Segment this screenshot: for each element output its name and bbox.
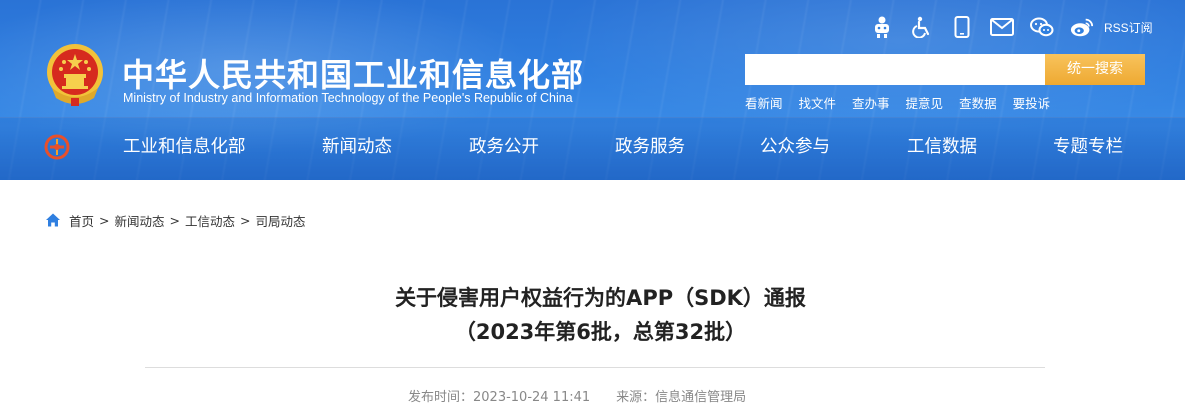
weibo-icon[interactable] [1070, 15, 1094, 39]
rss-subscribe-link[interactable]: RSS订阅 [1104, 19, 1153, 36]
article-title: 关于侵害用户权益行为的APP（SDK）通报 [395, 286, 806, 310]
nav-item-data[interactable]: 工信数据 [907, 133, 977, 158]
site-header: 中华人民共和国工业和信息化部 Ministry of Industry and … [0, 0, 1185, 180]
nav-item-public-participation[interactable]: 公众参与 [760, 133, 830, 158]
search-input[interactable] [745, 54, 1045, 85]
breadcrumb: 首页 > 新闻动态 > 工信动态 > 司局动态 [45, 211, 306, 229]
article-meta: 发布时间：2023-10-24 11:41 来源：信息通信管理局 [408, 386, 746, 405]
unified-search-button[interactable]: 统一搜索 [1045, 54, 1145, 85]
national-emblem-icon [47, 44, 103, 106]
nav-item-government-affairs[interactable]: 政务公开 [469, 133, 539, 158]
article-subtitle: （2023年第6批，总第32批） [454, 320, 747, 344]
quick-link-news[interactable]: 看新闻 [745, 93, 783, 112]
breadcrumb-department-news[interactable]: 司局动态 [256, 211, 306, 230]
breadcrumb-ministry-news[interactable]: 工信动态 [185, 211, 235, 230]
meta-spacer [590, 386, 616, 405]
breadcrumb-home[interactable]: 首页 [69, 211, 94, 230]
quick-link-files[interactable]: 找文件 [799, 93, 837, 112]
accessibility-robot-icon[interactable] [870, 15, 894, 39]
quick-link-data[interactable]: 查数据 [959, 93, 997, 112]
wechat-icon[interactable] [1030, 15, 1054, 39]
nav-item-news[interactable]: 新闻动态 [322, 133, 392, 158]
site-subtitle: Ministry of Industry and Information Tec… [123, 91, 573, 105]
breadcrumb-news[interactable]: 新闻动态 [115, 211, 165, 230]
nav-item-services[interactable]: 政务服务 [615, 133, 685, 158]
site-title: 中华人民共和国工业和信息化部 [122, 56, 585, 94]
breadcrumb-separator: > [240, 212, 251, 228]
quick-link-complaint[interactable]: 要投诉 [1013, 93, 1051, 112]
mobile-icon[interactable] [950, 15, 974, 39]
breadcrumb-separator: > [99, 212, 110, 228]
nav-item-topics[interactable]: 专题专栏 [1053, 133, 1123, 158]
nav-item-ministry[interactable]: 工业和信息化部 [123, 133, 246, 158]
article-source: 来源：信息通信管理局 [616, 390, 747, 405]
quick-link-services[interactable]: 查办事 [852, 93, 890, 112]
breadcrumb-separator: > [169, 212, 180, 228]
mail-icon[interactable] [990, 15, 1014, 39]
quick-link-feedback[interactable]: 提意见 [906, 93, 944, 112]
title-divider [145, 367, 1045, 368]
publish-time: 发布时间：2023-10-24 11:41 [408, 390, 591, 405]
home-icon[interactable] [45, 212, 61, 228]
main-nav: 工业和信息化部 新闻动态 政务公开 政务服务 公众参与 工信数据 专题专栏 [0, 117, 1185, 177]
quick-links: 看新闻 找文件 查办事 提意见 查数据 要投诉 [745, 93, 1066, 112]
utility-icons: RSS订阅 [870, 12, 1153, 42]
wheelchair-icon[interactable] [910, 15, 934, 39]
